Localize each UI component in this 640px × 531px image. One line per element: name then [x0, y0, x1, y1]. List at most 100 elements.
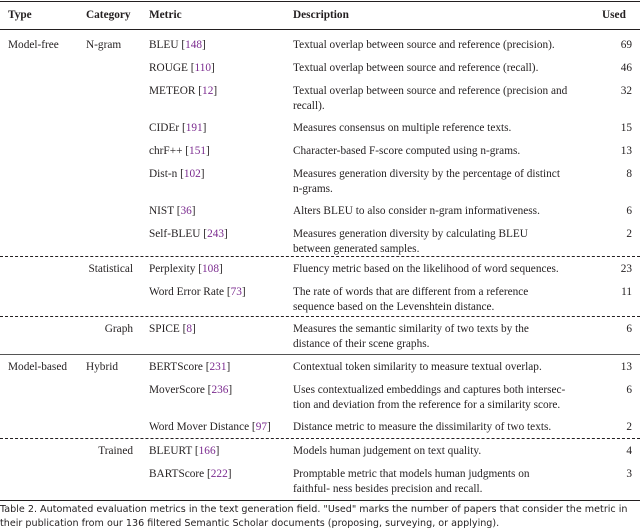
used-count: 2 — [626, 228, 632, 240]
metric-cell: Self-BLEU [243] — [149, 228, 228, 240]
citation-link[interactable]: 236 — [211, 384, 228, 396]
metric-cell: Word Error Rate [73] — [149, 286, 246, 298]
description-cell: The rate of words that are different fro… — [293, 286, 529, 313]
used-count: 2 — [626, 421, 632, 433]
metric-cell: METEOR [12] — [149, 85, 218, 97]
citation-link[interactable]: 97 — [256, 421, 267, 433]
used-count: 4 — [626, 445, 632, 457]
description-cell: Uses contextualized embeddings and captu… — [293, 384, 566, 411]
metric-name: ROUGE — [149, 62, 188, 74]
table-caption: Table 2. Automated evaluation metrics in… — [0, 504, 628, 529]
type-cell: Model-based — [8, 361, 67, 373]
metric-cell: NIST [36] — [149, 205, 196, 217]
metric-cell: SPICE [8] — [149, 323, 196, 335]
description-cell: Distance metric to measure the dissimila… — [293, 421, 552, 433]
metric-cell: chrF++ [151] — [149, 145, 210, 157]
description-cell: Promptable metric that models human judg… — [293, 468, 530, 495]
header-rule — [0, 29, 640, 30]
citation-link[interactable]: 191 — [186, 122, 203, 134]
description-cell: Measures consensus on multiple reference… — [293, 122, 512, 134]
used-count: 46 — [620, 62, 632, 74]
metric-name: chrF++ — [149, 145, 183, 157]
metric-cell: BLEU [148] — [149, 39, 206, 51]
citation-link[interactable]: 151 — [189, 145, 206, 157]
description-cell: Models human judgement on text quality. — [293, 445, 482, 457]
divider-solid — [0, 354, 640, 355]
metric-name: CIDEr — [149, 122, 180, 134]
header-category: Category — [86, 9, 131, 21]
metric-name: Word Error Rate — [149, 286, 225, 298]
used-count: 3 — [626, 468, 632, 480]
citation-link[interactable]: 148 — [185, 39, 202, 51]
description-cell: Measures generation diversity by the per… — [293, 168, 560, 195]
metric-cell: BARTScore [222] — [149, 468, 232, 480]
metric-name: MoverScore — [149, 384, 205, 396]
divider-dashed — [0, 316, 640, 317]
metric-cell: ROUGE [110] — [149, 62, 215, 74]
header-type: Type — [8, 9, 32, 21]
category-cell: Hybrid — [86, 361, 119, 373]
description-cell: Measures generation diversity by calcula… — [293, 228, 528, 255]
used-count: 15 — [620, 122, 632, 134]
citation-link[interactable]: 36 — [181, 205, 192, 217]
metric-name: BARTScore — [149, 468, 205, 480]
metric-cell: Perplexity [108] — [149, 263, 223, 275]
metric-cell: CIDEr [191] — [149, 122, 207, 134]
metric-cell: MoverScore [236] — [149, 384, 233, 396]
metric-cell: BERTScore [231] — [149, 361, 231, 373]
type-cell: Model-free — [8, 39, 59, 51]
metric-name: NIST — [149, 205, 174, 217]
metric-cell: Dist-n [102] — [149, 168, 205, 180]
description-cell: Fluency metric based on the likelihood o… — [293, 263, 559, 275]
citation-link[interactable]: 222 — [211, 468, 228, 480]
citation-link[interactable]: 12 — [202, 85, 213, 97]
used-count: 13 — [620, 361, 632, 373]
category-cell: Statistical — [88, 263, 133, 275]
description-cell: Contextual token similarity to measure t… — [293, 361, 542, 373]
description-cell: Textual overlap between source and refer… — [293, 85, 568, 112]
used-count: 69 — [620, 39, 632, 51]
metric-cell: BLEURT [166] — [149, 445, 220, 457]
header-used: Used — [602, 9, 626, 21]
used-count: 6 — [626, 323, 632, 335]
citation-link[interactable]: 166 — [199, 445, 216, 457]
citation-link[interactable]: 110 — [195, 62, 212, 74]
header-metric: Metric — [149, 9, 182, 21]
category-cell: N-gram — [86, 39, 122, 51]
description-cell: Alters BLEU to also consider n-gram info… — [293, 205, 540, 217]
metric-cell: Word Mover Distance [97] — [149, 421, 271, 433]
metric-name: METEOR — [149, 85, 196, 97]
used-count: 23 — [620, 263, 632, 275]
header-description: Description — [293, 9, 349, 21]
bottom-rule — [0, 500, 640, 501]
description-cell: Character-based F-score computed using n… — [293, 145, 521, 157]
divider-dashed — [0, 438, 640, 439]
category-cell: Graph — [104, 323, 133, 335]
category-cell: Trained — [98, 445, 133, 457]
metric-name: Perplexity — [149, 263, 196, 275]
citation-link[interactable]: 108 — [202, 263, 219, 275]
used-count: 11 — [621, 286, 632, 298]
citation-link[interactable]: 102 — [184, 168, 201, 180]
used-count: 6 — [626, 384, 632, 396]
used-count: 8 — [626, 168, 632, 180]
citation-link[interactable]: 8 — [186, 323, 192, 335]
citation-link[interactable]: 243 — [207, 228, 224, 240]
used-count: 32 — [620, 85, 632, 97]
divider-dashed — [0, 256, 640, 257]
citation-link[interactable]: 231 — [210, 361, 227, 373]
metric-name: Word Mover Distance — [149, 421, 250, 433]
used-count: 13 — [620, 145, 632, 157]
description-cell: Textual overlap between source and refer… — [293, 39, 555, 51]
metric-name: SPICE — [149, 323, 180, 335]
description-cell: Textual overlap between source and refer… — [293, 62, 539, 74]
metric-name: BLEU — [149, 39, 179, 51]
description-cell: Measures the semantic similarity of two … — [293, 323, 529, 350]
metric-name: Dist-n — [149, 168, 178, 180]
metric-name: BERTScore — [149, 361, 203, 373]
metric-name: BLEURT — [149, 445, 193, 457]
citation-link[interactable]: 73 — [231, 286, 242, 298]
used-count: 6 — [626, 205, 632, 217]
metric-name: Self-BLEU — [149, 228, 201, 240]
top-rule — [0, 1, 640, 2]
